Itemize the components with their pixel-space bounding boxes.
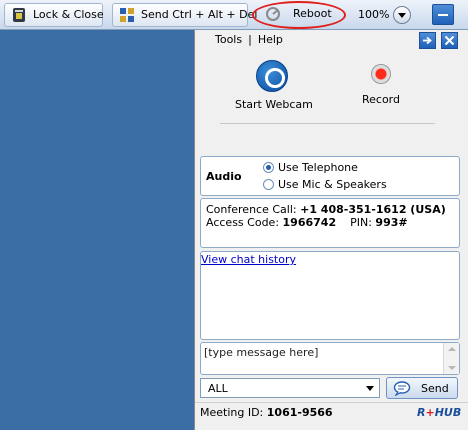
meeting-id-label: Meeting ID:	[200, 406, 264, 419]
dropdown-arrow-icon	[366, 386, 374, 391]
view-chat-history-link[interactable]: View chat history	[201, 253, 296, 266]
reboot-button[interactable]: Reboot	[255, 3, 343, 27]
record-label: Record	[361, 93, 400, 106]
access-code-label: Access Code:	[206, 216, 280, 229]
radio-selected-icon[interactable]	[263, 162, 274, 173]
menu-help[interactable]: Help	[258, 33, 283, 46]
access-code-line: Access Code: 1966742 PIN: 993#	[206, 216, 408, 229]
panel-menu: Tools | Help	[215, 33, 283, 46]
lock-close-label: Lock & Close	[33, 8, 104, 21]
zoom-dropdown-button[interactable]	[393, 6, 411, 24]
scroll-down-icon[interactable]	[448, 366, 456, 370]
menu-separator: |	[248, 33, 252, 46]
start-webcam-label: Start Webcam	[235, 98, 313, 111]
recipient-select[interactable]: ALL	[200, 378, 380, 398]
message-placeholder: [type message here]	[204, 346, 319, 359]
popout-icon	[423, 36, 432, 45]
conference-call-line: Conference Call: +1 408-351-1612 (USA)	[206, 203, 446, 216]
meeting-panel: Tools | Help Start Webcam Record Audio U…	[194, 30, 468, 430]
chat-bubble-icon	[393, 381, 411, 396]
audio-option-label: Use Telephone	[278, 161, 358, 174]
recipient-value: ALL	[208, 382, 228, 395]
conference-info: Conference Call: +1 408-351-1612 (USA) A…	[200, 198, 460, 248]
start-webcam-button[interactable]: Start Webcam	[235, 60, 313, 111]
send-ctrl-alt-del-button[interactable]: Send Ctrl + Alt + Del	[112, 3, 257, 27]
pin-value: 993#	[375, 216, 408, 229]
rhub-logo: R+HUB	[417, 406, 462, 419]
send-label: Send	[421, 382, 449, 395]
record-button[interactable]: Record	[357, 60, 405, 106]
audio-label: Audio	[206, 170, 242, 183]
conference-call-label: Conference Call:	[206, 203, 297, 216]
close-icon	[444, 35, 455, 46]
reboot-icon	[266, 7, 280, 21]
scroll-up-icon[interactable]	[448, 347, 456, 351]
reboot-label: Reboot	[293, 7, 332, 20]
record-icon	[371, 64, 391, 84]
webcam-icon	[256, 60, 288, 92]
audio-section: Audio Use Telephone Use Mic & Speakers	[200, 156, 460, 196]
meeting-id-value: 1061-9566	[266, 406, 333, 419]
lock-icon	[13, 8, 25, 22]
send-ctrl-alt-del-label: Send Ctrl + Alt + Del	[141, 8, 258, 21]
popout-button[interactable]	[419, 32, 436, 49]
send-button[interactable]: Send	[386, 377, 458, 399]
audio-option-mic-speakers[interactable]: Use Mic & Speakers	[263, 178, 387, 191]
lock-close-button[interactable]: Lock & Close	[4, 3, 104, 27]
access-code-value: 1966742	[282, 216, 337, 229]
close-button[interactable]	[441, 32, 458, 49]
chevron-down-icon	[398, 12, 406, 18]
menu-tools[interactable]: Tools	[215, 33, 242, 46]
message-input[interactable]: [type message here]	[200, 342, 460, 375]
remote-toolbar: Lock & Close Send Ctrl + Alt + Del Reboo…	[0, 0, 468, 30]
audio-option-label: Use Mic & Speakers	[278, 178, 387, 191]
conference-call-number: +1 408-351-1612 (USA)	[300, 203, 446, 216]
footer-divider	[195, 402, 468, 403]
divider	[220, 123, 435, 124]
keyboard-icon	[120, 8, 134, 22]
radio-unselected-icon[interactable]	[263, 179, 274, 190]
audio-option-telephone[interactable]: Use Telephone	[263, 161, 358, 174]
meeting-id: Meeting ID: 1061-9566	[200, 406, 333, 419]
chat-history-area: View chat history	[200, 251, 460, 340]
message-scrollbar[interactable]	[443, 343, 459, 374]
pin-label: PIN:	[350, 216, 372, 229]
minimize-icon[interactable]	[432, 4, 454, 25]
zoom-level: 100%	[358, 8, 390, 21]
